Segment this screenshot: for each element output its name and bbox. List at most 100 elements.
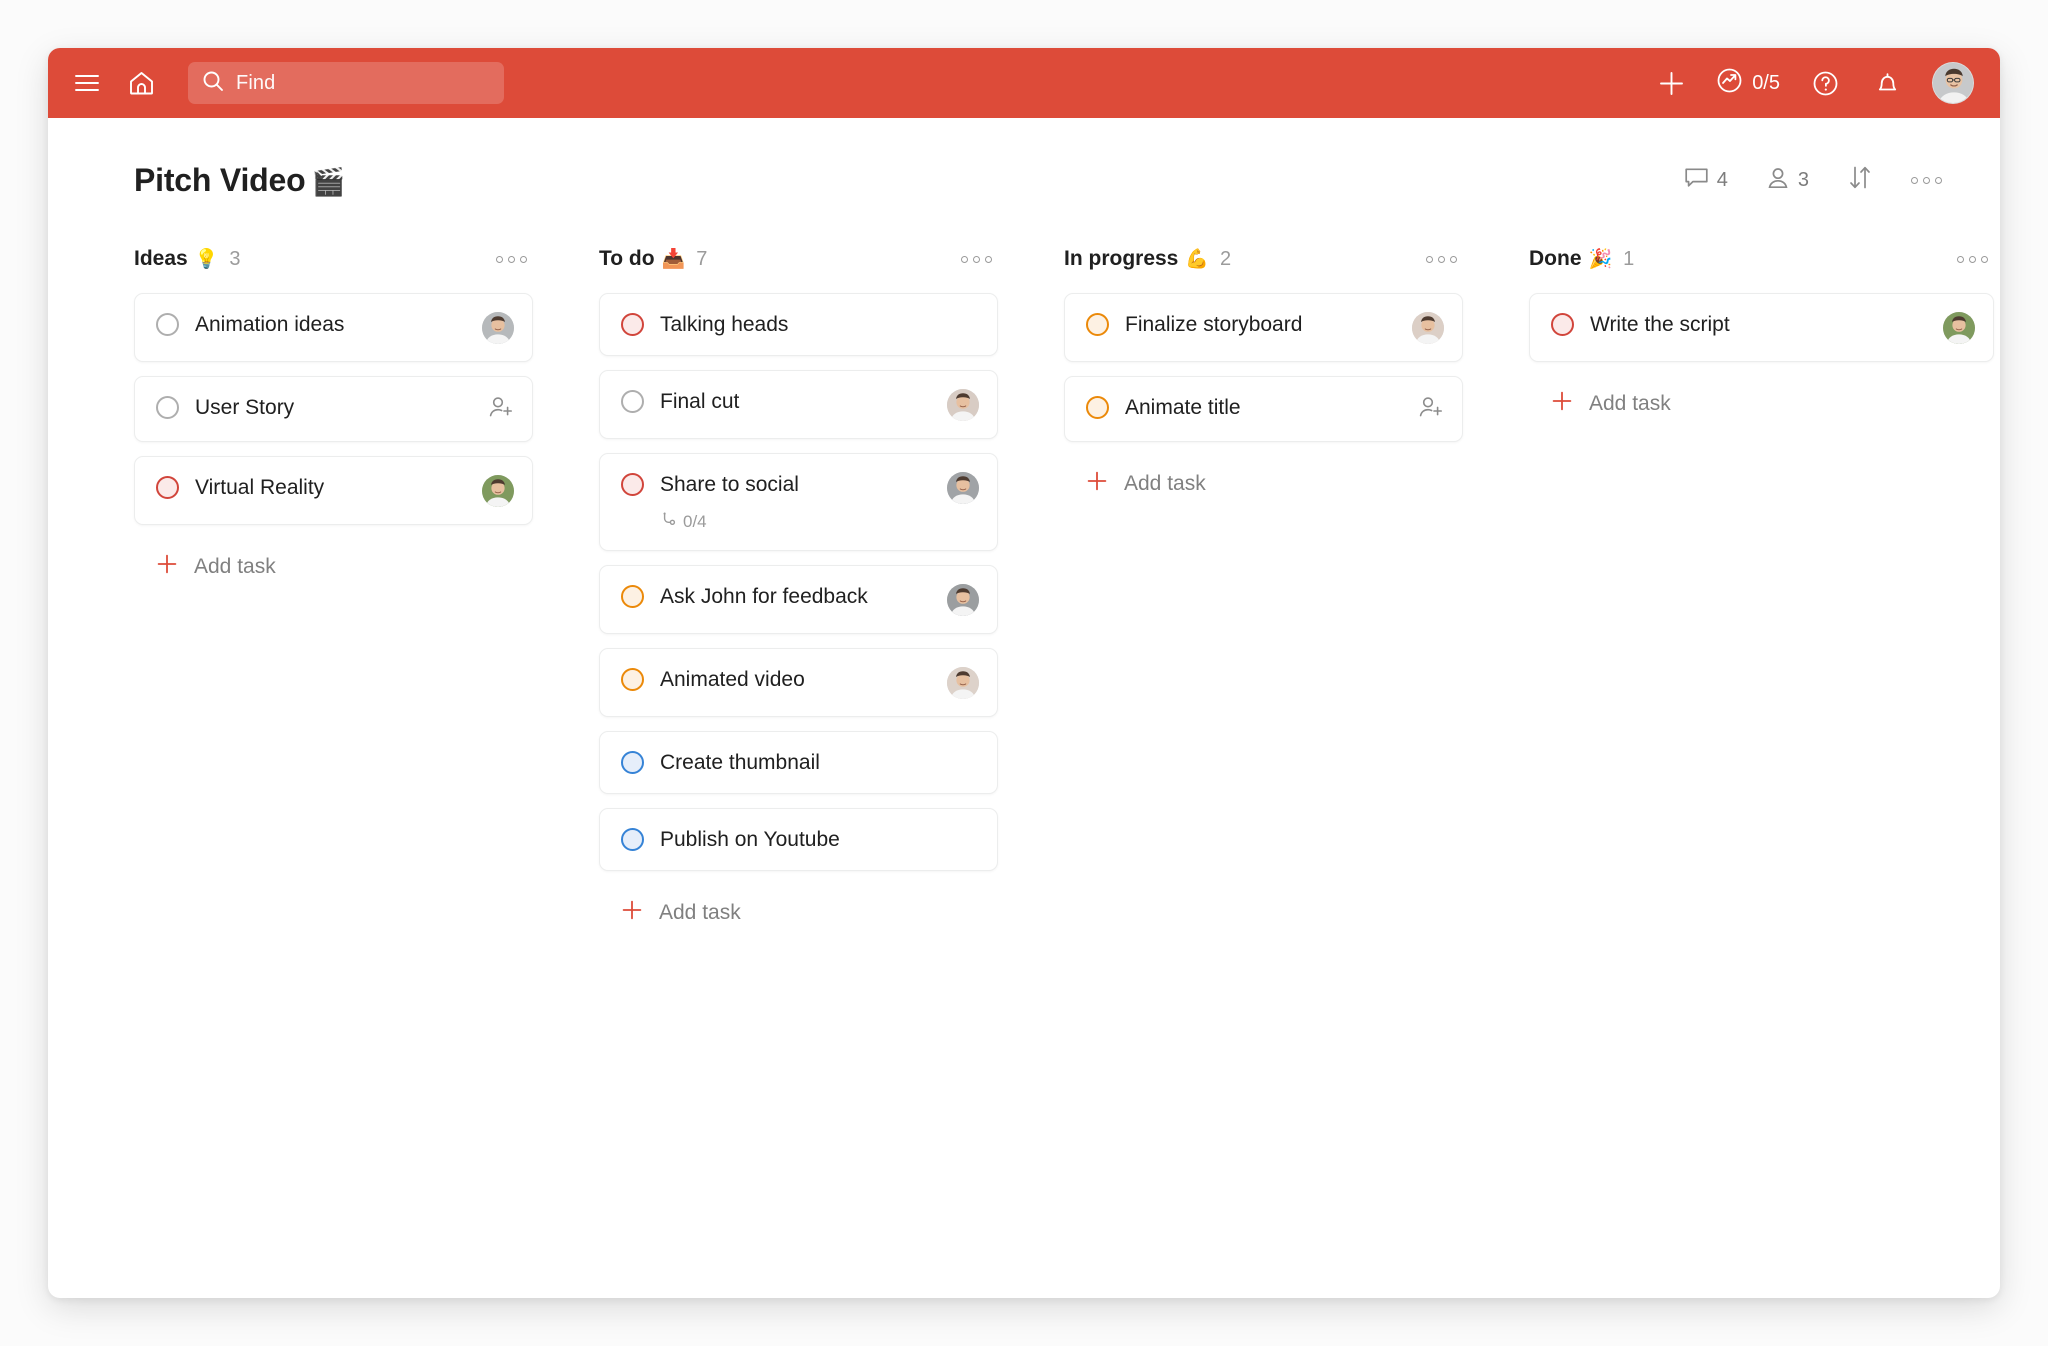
task-card-body: Ask John for feedback	[660, 583, 945, 610]
task-card-right	[480, 395, 514, 424]
column-title: Done	[1529, 247, 1582, 271]
task-checkbox[interactable]	[156, 313, 179, 336]
plus-icon[interactable]	[1654, 66, 1688, 100]
comments-count: 4	[1717, 169, 1728, 192]
task-checkbox[interactable]	[156, 476, 179, 499]
comments-button[interactable]: 4	[1684, 166, 1728, 196]
task-card-body: Animate title	[1125, 394, 1410, 421]
task-card-main: Write the script	[1551, 311, 1941, 338]
task-card-body: Publish on Youtube	[660, 826, 945, 853]
add-task-button[interactable]: Add task	[134, 539, 533, 594]
search-input[interactable]: Find	[188, 62, 504, 104]
column-more-options-icon[interactable]	[1426, 256, 1457, 263]
more-options-icon[interactable]	[1911, 177, 1942, 184]
column-task-count: 2	[1220, 248, 1231, 271]
task-card[interactable]: Ask John for feedback	[599, 565, 998, 634]
sort-arrows-icon	[1847, 165, 1873, 196]
subtask-branch-icon	[660, 511, 677, 533]
task-card[interactable]: Animated video	[599, 648, 998, 717]
task-card-main: Final cut	[621, 388, 945, 415]
task-checkbox[interactable]	[1086, 313, 1109, 336]
column-more-options-icon[interactable]	[961, 256, 992, 263]
task-card[interactable]: Final cut	[599, 370, 998, 439]
task-card-right	[945, 472, 979, 504]
column-more-options-icon[interactable]	[1957, 256, 1988, 263]
task-card[interactable]: Create thumbnail	[599, 731, 998, 794]
task-title: Final cut	[660, 389, 945, 415]
task-card-right	[945, 667, 979, 699]
column-title: To do	[599, 247, 655, 271]
avatar[interactable]	[1943, 312, 1975, 344]
task-checkbox[interactable]	[621, 828, 644, 851]
productivity-karma[interactable]: 0/5	[1716, 67, 1780, 100]
search-icon	[202, 70, 224, 97]
add-task-button[interactable]: Add task	[1529, 376, 1994, 431]
task-checkbox[interactable]	[621, 390, 644, 413]
task-card-body: Animated video	[660, 666, 945, 693]
task-checkbox[interactable]	[1086, 396, 1109, 419]
task-title: Talking heads	[660, 312, 945, 338]
add-task-label: Add task	[1124, 472, 1206, 496]
add-task-button[interactable]: Add task	[1064, 456, 1463, 511]
page-title-text: Pitch Video	[134, 162, 305, 198]
add-task-label: Add task	[1589, 392, 1671, 416]
task-card-main: Talking heads	[621, 311, 945, 338]
plus-icon	[156, 553, 178, 580]
task-checkbox[interactable]	[621, 751, 644, 774]
subtask-progress: 0/4	[660, 511, 945, 533]
task-card[interactable]: Publish on Youtube	[599, 808, 998, 871]
assign-person-icon[interactable]	[488, 395, 514, 424]
task-checkbox[interactable]	[621, 668, 644, 691]
bell-icon[interactable]	[1870, 66, 1904, 100]
task-card[interactable]: Animation ideas	[134, 293, 533, 362]
task-card-body: Finalize storyboard	[1125, 311, 1410, 338]
avatar[interactable]	[1932, 62, 1974, 104]
members-button[interactable]: 3	[1766, 166, 1809, 196]
hamburger-menu-icon[interactable]	[70, 66, 104, 100]
task-card-body: Write the script	[1590, 311, 1941, 338]
task-title: Virtual Reality	[195, 475, 480, 501]
question-mark-circle-icon[interactable]	[1808, 66, 1842, 100]
avatar[interactable]	[947, 389, 979, 421]
task-card[interactable]: Finalize storyboard	[1064, 293, 1463, 362]
avatar[interactable]	[1412, 312, 1444, 344]
task-checkbox[interactable]	[621, 473, 644, 496]
avatar[interactable]	[947, 584, 979, 616]
task-card-main: User Story	[156, 394, 480, 421]
task-title: Write the script	[1590, 312, 1941, 338]
column-more-options-icon[interactable]	[496, 256, 527, 263]
task-card-body: Final cut	[660, 388, 945, 415]
task-card[interactable]: Animate title	[1064, 376, 1463, 442]
plus-icon	[1551, 390, 1573, 417]
task-checkbox[interactable]	[156, 396, 179, 419]
task-card[interactable]: Talking heads	[599, 293, 998, 356]
task-checkbox[interactable]	[1551, 313, 1574, 336]
avatar[interactable]	[947, 472, 979, 504]
task-card[interactable]: Virtual Reality	[134, 456, 533, 525]
task-checkbox[interactable]	[621, 585, 644, 608]
task-card-right	[1941, 312, 1975, 344]
page-title: Pitch Video🎬	[134, 162, 345, 199]
task-title: Publish on Youtube	[660, 827, 945, 853]
column-title: In progress	[1064, 247, 1178, 271]
task-title: Share to social	[660, 472, 945, 498]
task-checkbox[interactable]	[621, 313, 644, 336]
avatar[interactable]	[482, 312, 514, 344]
avatar[interactable]	[947, 667, 979, 699]
avatar[interactable]	[482, 475, 514, 507]
task-card[interactable]: Write the script	[1529, 293, 1994, 362]
task-card-right	[945, 584, 979, 616]
task-card[interactable]: Share to social 0/4	[599, 453, 998, 550]
assign-person-icon[interactable]	[1418, 395, 1444, 424]
task-card-main: Create thumbnail	[621, 749, 945, 776]
home-icon[interactable]	[124, 66, 158, 100]
column-task-count: 3	[229, 248, 240, 271]
board-column: To do📥7Talking headsFinal cutShare to so…	[599, 247, 1064, 940]
task-card[interactable]: User Story	[134, 376, 533, 442]
board-area: Pitch Video🎬 4	[48, 118, 2000, 1298]
task-card-main: Finalize storyboard	[1086, 311, 1410, 338]
sort-button[interactable]	[1847, 165, 1873, 196]
add-task-button[interactable]: Add task	[599, 885, 998, 940]
app-window: Find 0/5	[48, 48, 2000, 1298]
column-title: Ideas	[134, 247, 188, 271]
